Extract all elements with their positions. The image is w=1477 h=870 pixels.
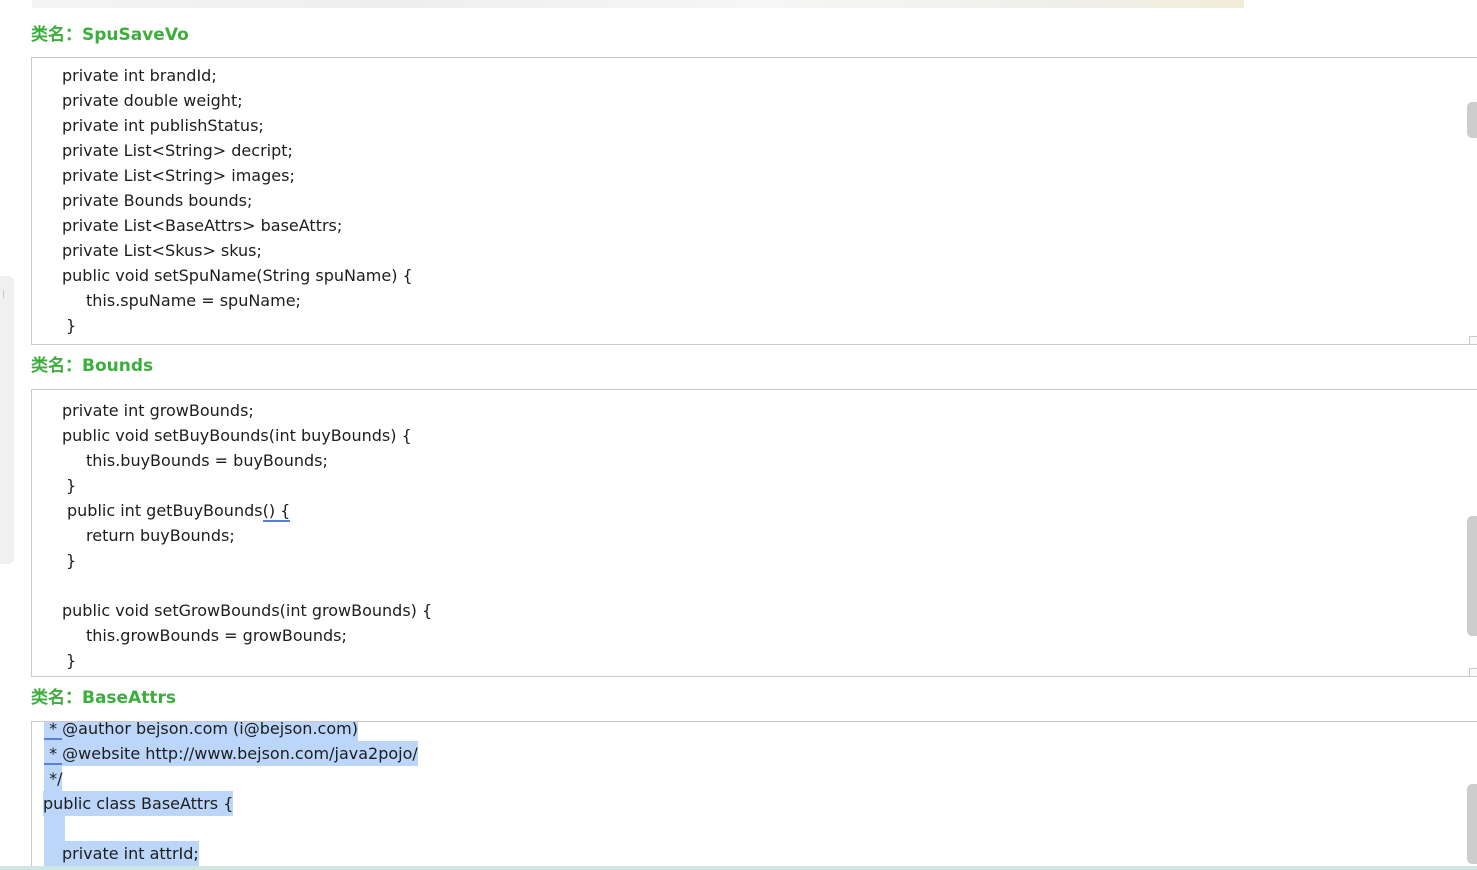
code-line: } xyxy=(66,316,77,335)
code-line-selected: */ xyxy=(44,766,63,791)
vertical-scrollbar-thumb[interactable] xyxy=(1467,102,1477,138)
code-line-selected xyxy=(44,816,65,841)
class-label-bounds: 类名：Bounds xyxy=(31,356,154,376)
code-line: private List<String> images; xyxy=(62,166,295,185)
spellcheck-underline: () { xyxy=(262,501,291,522)
side-collapse-tab[interactable] xyxy=(0,276,14,564)
class-label-baseattrs: 类名：BaseAttrs xyxy=(31,688,176,708)
code-line-selected: * @website http://www.bejson.com/java2po… xyxy=(44,741,418,766)
code-line: public void setGrowBounds(int growBounds… xyxy=(62,601,433,620)
code-line: public void setBuyBounds(int buyBounds) … xyxy=(62,426,412,445)
code-text: public int getBuyBounds xyxy=(67,501,263,520)
vertical-scrollbar-thumb[interactable] xyxy=(1467,516,1477,636)
comment-prefix: * xyxy=(44,744,63,765)
class-label-spusavevo: 类名：SpuSaveVo xyxy=(31,25,189,45)
bottom-bar xyxy=(0,866,1477,870)
top-image-strip xyxy=(32,0,1244,8)
code-line: private int brandId; xyxy=(62,66,217,85)
code-line: private List<BaseAttrs> baseAttrs; xyxy=(62,216,343,235)
resize-handle-icon[interactable] xyxy=(1469,668,1477,676)
code-editor-spusavevo[interactable]: ▔▔▔▔▔▔▔▔▔ private int brandId; private d… xyxy=(31,57,1477,345)
code-line: } xyxy=(66,551,77,570)
code-line: private Bounds bounds; xyxy=(62,191,253,210)
code-line: private int publishStatus; xyxy=(62,116,264,135)
code-line: private double weight; xyxy=(62,91,243,110)
code-line-selected: * @author bejson.com (i@bejson.com) xyxy=(44,721,358,741)
code-line-selected: private int attrId; xyxy=(44,841,199,866)
code-text: @author bejson.com (i@bejson.com) xyxy=(62,721,358,738)
code-line: private List<String> decript; xyxy=(62,141,293,160)
code-line: this.buyBounds = buyBounds; xyxy=(86,451,328,470)
code-line: return buyBounds; xyxy=(86,526,235,545)
code-editor-baseattrs[interactable]: * @author bejson.com (i@bejson.com) * @w… xyxy=(31,721,1477,870)
code-line: } xyxy=(66,651,77,670)
code-editor-bounds[interactable]: ▔▔▔▔▔▔▔▔▔▔▔▔▔▔ private int growBounds; p… xyxy=(31,389,1477,677)
comment-prefix: * xyxy=(44,721,63,740)
code-line: this.growBounds = growBounds; xyxy=(86,626,347,645)
resize-handle-icon[interactable] xyxy=(1469,336,1477,344)
code-line: this.spuName = spuName; xyxy=(86,291,301,310)
code-text: @website http://www.bejson.com/java2pojo… xyxy=(62,744,418,763)
code-line-selected: public class BaseAttrs { xyxy=(43,791,234,816)
code-line: private int growBounds; xyxy=(62,401,254,420)
code-line: public void setSpuName(String spuName) { xyxy=(62,266,413,285)
code-line: public int getBuyBounds() { xyxy=(67,498,291,523)
vertical-scrollbar-thumb[interactable] xyxy=(1467,784,1477,864)
code-line: } xyxy=(66,476,77,495)
code-line: private List<Skus> skus; xyxy=(62,241,262,260)
